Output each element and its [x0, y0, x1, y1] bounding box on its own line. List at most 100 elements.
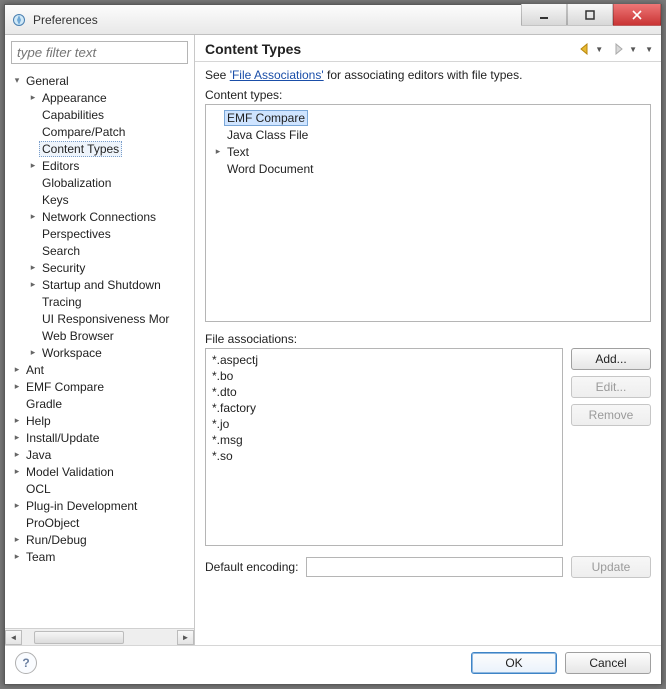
tree-item[interactable]: ▸EMF Compare: [11, 378, 194, 395]
tree-item-label[interactable]: OCL: [23, 482, 54, 496]
tree-item[interactable]: ▸Startup and Shutdown: [27, 276, 194, 293]
content-types-tree[interactable]: EMF CompareJava Class File▸TextWord Docu…: [205, 104, 651, 322]
default-encoding-input[interactable]: [306, 557, 563, 577]
back-button[interactable]: [577, 41, 593, 57]
expand-icon[interactable]: ▸: [27, 92, 39, 103]
file-association-item[interactable]: *.bo: [212, 369, 556, 385]
horizontal-scrollbar[interactable]: ◄ ►: [5, 628, 194, 645]
file-associations-list[interactable]: *.aspectj*.bo*.dto*.factory*.jo*.msg*.so: [205, 348, 563, 546]
tree-item[interactable]: ▾General: [11, 72, 194, 89]
content-type-item[interactable]: Java Class File: [212, 126, 644, 143]
back-menu[interactable]: ▼: [595, 45, 603, 54]
expand-icon[interactable]: ▸: [11, 534, 23, 545]
scroll-track[interactable]: [22, 630, 177, 645]
tree-item[interactable]: ▸Workspace: [27, 344, 194, 361]
remove-button[interactable]: Remove: [571, 404, 651, 426]
tree-item[interactable]: Gradle: [11, 395, 194, 412]
expand-icon[interactable]: ▸: [11, 432, 23, 443]
content-type-label[interactable]: EMF Compare: [224, 110, 308, 126]
cancel-button[interactable]: Cancel: [565, 652, 651, 674]
tree-item[interactable]: Tracing: [27, 293, 194, 310]
tree-item-label[interactable]: Startup and Shutdown: [39, 278, 164, 292]
tree-item-label[interactable]: UI Responsiveness Mor: [39, 312, 172, 326]
tree-item[interactable]: Globalization: [27, 174, 194, 191]
tree-item[interactable]: UI Responsiveness Mor: [27, 310, 194, 327]
scroll-right-arrow[interactable]: ►: [177, 630, 194, 645]
tree-item-label[interactable]: Ant: [23, 363, 47, 377]
ok-button[interactable]: OK: [471, 652, 557, 674]
forward-menu[interactable]: ▼: [629, 45, 637, 54]
tree-item[interactable]: Content Types: [27, 140, 194, 157]
tree-item[interactable]: Perspectives: [27, 225, 194, 242]
tree-item-label[interactable]: Keys: [39, 193, 72, 207]
tree-item-label[interactable]: Install/Update: [23, 431, 102, 445]
tree-item[interactable]: ▸Model Validation: [11, 463, 194, 480]
help-button[interactable]: ?: [15, 652, 37, 674]
file-association-item[interactable]: *.jo: [212, 417, 556, 433]
tree-item[interactable]: OCL: [11, 480, 194, 497]
content-type-label[interactable]: Word Document: [224, 162, 316, 176]
tree-item-label[interactable]: Gradle: [23, 397, 65, 411]
scroll-thumb[interactable]: [34, 631, 124, 644]
tree-item[interactable]: ▸Appearance: [27, 89, 194, 106]
maximize-button[interactable]: [567, 4, 613, 26]
expand-icon[interactable]: ▸: [11, 415, 23, 426]
edit-button[interactable]: Edit...: [571, 376, 651, 398]
tree-item-label[interactable]: Globalization: [39, 176, 114, 190]
file-association-item[interactable]: *.aspectj: [212, 353, 556, 369]
tree-item-label[interactable]: Tracing: [39, 295, 85, 309]
tree-item-label[interactable]: EMF Compare: [23, 380, 107, 394]
tree-item-label[interactable]: Content Types: [39, 141, 122, 157]
scroll-left-arrow[interactable]: ◄: [5, 630, 22, 645]
minimize-button[interactable]: [521, 4, 567, 26]
expand-icon[interactable]: ▸: [11, 364, 23, 375]
expand-icon[interactable]: ▸: [27, 279, 39, 290]
file-association-item[interactable]: *.factory: [212, 401, 556, 417]
tree-item[interactable]: Keys: [27, 191, 194, 208]
expand-icon[interactable]: ▸: [11, 466, 23, 477]
tree-item-label[interactable]: Plug-in Development: [23, 499, 140, 513]
add-button[interactable]: Add...: [571, 348, 651, 370]
titlebar[interactable]: Preferences: [5, 5, 661, 35]
tree-item-label[interactable]: Model Validation: [23, 465, 117, 479]
tree-item-label[interactable]: Security: [39, 261, 88, 275]
tree-item-label[interactable]: Appearance: [39, 91, 110, 105]
tree-item-label[interactable]: Help: [23, 414, 54, 428]
expand-icon[interactable]: ▸: [11, 500, 23, 511]
expand-icon[interactable]: ▸: [27, 211, 39, 222]
tree-item-label[interactable]: Capabilities: [39, 108, 107, 122]
tree-item[interactable]: Search: [27, 242, 194, 259]
tree-item[interactable]: ▸Help: [11, 412, 194, 429]
tree-item[interactable]: ▸Security: [27, 259, 194, 276]
tree-item-label[interactable]: ProObject: [23, 516, 82, 530]
tree-item-label[interactable]: Java: [23, 448, 54, 462]
tree-item-label[interactable]: General: [23, 74, 72, 88]
content-type-label[interactable]: Text: [224, 145, 252, 159]
tree-item-label[interactable]: Editors: [39, 159, 82, 173]
content-type-item[interactable]: EMF Compare: [212, 109, 644, 126]
tree-item[interactable]: ▸Ant: [11, 361, 194, 378]
close-button[interactable]: [613, 4, 661, 26]
tree-item[interactable]: ProObject: [11, 514, 194, 531]
forward-button[interactable]: [611, 41, 627, 57]
expand-icon[interactable]: ▸: [11, 381, 23, 392]
file-association-item[interactable]: *.so: [212, 449, 556, 465]
tree-item[interactable]: ▸Install/Update: [11, 429, 194, 446]
tree-item[interactable]: ▸Team: [11, 548, 194, 565]
tree-item-label[interactable]: Team: [23, 550, 58, 564]
tree-item[interactable]: Web Browser: [27, 327, 194, 344]
category-tree[interactable]: ▾General▸AppearanceCapabilitiesCompare/P…: [5, 70, 194, 628]
tree-item-label[interactable]: Compare/Patch: [39, 125, 128, 139]
tree-item[interactable]: Capabilities: [27, 106, 194, 123]
tree-item[interactable]: Compare/Patch: [27, 123, 194, 140]
tree-item-label[interactable]: Network Connections: [39, 210, 159, 224]
tree-item-label[interactable]: Run/Debug: [23, 533, 90, 547]
file-association-item[interactable]: *.dto: [212, 385, 556, 401]
content-type-label[interactable]: Java Class File: [224, 128, 311, 142]
expand-icon[interactable]: ▸: [27, 262, 39, 273]
tree-item[interactable]: ▸Network Connections: [27, 208, 194, 225]
tree-item[interactable]: ▸Plug-in Development: [11, 497, 194, 514]
tree-item[interactable]: ▸Editors: [27, 157, 194, 174]
tree-item-label[interactable]: Web Browser: [39, 329, 117, 343]
file-associations-link[interactable]: 'File Associations': [230, 68, 324, 82]
